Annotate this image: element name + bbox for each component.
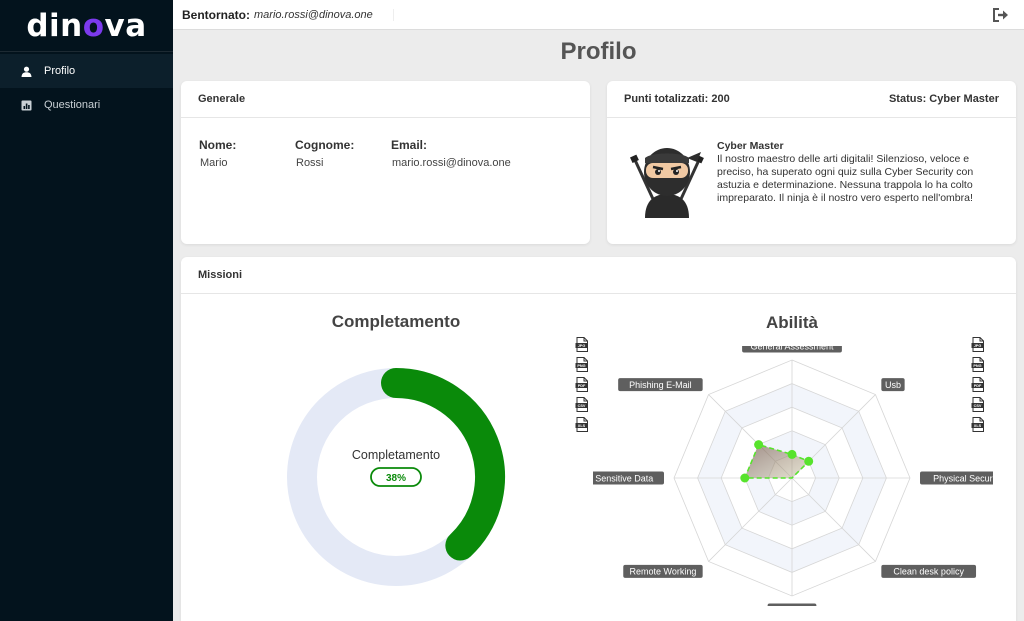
radar-axis-label-text: Physical Security (933, 473, 993, 483)
xls-download-icon[interactable]: XLS (575, 417, 589, 432)
sidebar: dinova Profilo Questionari (0, 0, 173, 621)
xls-download-icon[interactable]: XLS (971, 417, 985, 432)
field-nome: Nome: Mario (199, 138, 295, 169)
pdf-download-icon[interactable]: PDF (971, 377, 985, 392)
format-label: PNG (973, 364, 981, 368)
field-value: Mario (200, 157, 228, 169)
ninja-illustration (630, 148, 704, 218)
logo-text: dinova (26, 7, 147, 44)
radar-axis-label-text: Password (772, 605, 812, 606)
user-icon (20, 65, 32, 77)
field-value: Rossi (296, 157, 324, 169)
donut-value-label: 38% (386, 473, 406, 484)
format-label: PDF (974, 384, 982, 388)
csv-download-icon[interactable]: CSV (575, 397, 589, 412)
radar-axis-label: Remote Working (623, 564, 703, 578)
field-value: mario.rossi@dinova.one (392, 157, 511, 169)
radar-axis-label-text: General Assessment (750, 346, 834, 351)
completion-chart-title: Completamento (331, 312, 461, 331)
format-label: PNG (577, 364, 585, 368)
donut-progress-arc (381, 368, 505, 561)
field-cognome: Cognome: Rossi (295, 138, 391, 169)
status-label: Status: Cyber Master (888, 93, 999, 105)
greeting-label: Bentornato: (182, 7, 250, 22)
radar-point[interactable] (787, 449, 797, 459)
general-card-header: Generale (181, 81, 590, 118)
skills-radar-chart: General Assessment Usb Physical Security Cl… (593, 346, 993, 606)
format-label: XLS (578, 424, 586, 428)
skills-chart-title: Abilità (766, 313, 818, 332)
chart-icon (20, 99, 32, 111)
radar-axis-label-text: Phishing E-Mail (629, 380, 692, 390)
greeting-email: mario.rossi@dinova.one (254, 8, 394, 21)
pdf-download-icon[interactable]: PDF (575, 377, 589, 392)
logout-icon[interactable] (992, 7, 1010, 23)
radar-point[interactable] (804, 456, 814, 466)
jpg-download-icon[interactable]: JPG (575, 337, 589, 352)
png-download-icon[interactable]: PNG (971, 357, 985, 372)
radar-axis-label: Usb (881, 378, 905, 392)
format-label: PDF (578, 384, 586, 388)
status-card-header: Punti totalizzati: 200 Status: Cyber Mas… (607, 81, 1016, 118)
format-label: CSV (578, 404, 586, 408)
field-email: Email: mario.rossi@dinova.one (391, 138, 571, 169)
radar-axis-label: Password (767, 603, 817, 606)
donut-center-label: Completamento (352, 448, 440, 462)
radar-axis-label-text: Usb (885, 380, 901, 390)
rank-description-block: Cyber Master Il nostro maestro delle art… (717, 140, 987, 205)
completion-donut-chart: Completamento 38% (287, 368, 505, 586)
png-download-icon[interactable]: PNG (575, 357, 589, 372)
completion-download-icons: JPG PNG PDF CSV XLS (575, 337, 589, 432)
field-label: Email: (391, 138, 428, 152)
logo[interactable]: dinova (0, 0, 173, 52)
csv-download-icon[interactable]: CSV (971, 397, 985, 412)
radar-axis-label-text: Clean desk policy (893, 567, 964, 577)
radar-point[interactable] (740, 473, 750, 483)
radar-axis-label: General Assessment (742, 346, 842, 353)
points-total: Punti totalizzati: 200 (624, 93, 730, 105)
status-card: Punti totalizzati: 200 Status: Cyber Mas… (607, 81, 1016, 244)
format-label: XLS (974, 424, 982, 428)
format-label: CSV (974, 404, 982, 408)
radar-axis-label: Phishing E-Mail (618, 378, 703, 392)
field-label: Cognome: (295, 138, 355, 152)
field-label: Nome: (199, 138, 237, 152)
format-label: JPG (974, 344, 982, 348)
rank-title: Cyber Master (717, 140, 784, 152)
radar-axis-label: Sensitive Data (593, 471, 664, 485)
ninja-avatar (625, 136, 709, 220)
page-title: Profilo (560, 38, 637, 65)
radar-axis-label: Physical Security (920, 471, 993, 485)
format-label: JPG (578, 344, 586, 348)
radar-axis-label-text: Remote Working (630, 567, 697, 577)
top-bar: Bentornato: mario.rossi@dinova.one (173, 0, 1024, 30)
sidebar-item-profilo[interactable]: Profilo (0, 54, 173, 88)
general-card: Generale Nome: Mario Cognome: Rossi Emai… (181, 81, 590, 244)
sidebar-item-label: Profilo (44, 65, 76, 77)
missions-card-header: Missioni (181, 257, 1016, 294)
rank-description: Il nostro maestro delle arti digitali! S… (717, 153, 974, 204)
sidebar-item-questionari[interactable]: Questionari (0, 88, 173, 122)
jpg-download-icon[interactable]: JPG (971, 337, 985, 352)
radar-axis-label-text: Sensitive Data (595, 473, 653, 483)
skills-download-icons: JPG PNG PDF CSV XLS (971, 337, 985, 432)
radar-axis-label: Clean desk policy (881, 564, 977, 578)
sidebar-item-label: Questionari (44, 99, 101, 111)
radar-point[interactable] (754, 440, 764, 450)
